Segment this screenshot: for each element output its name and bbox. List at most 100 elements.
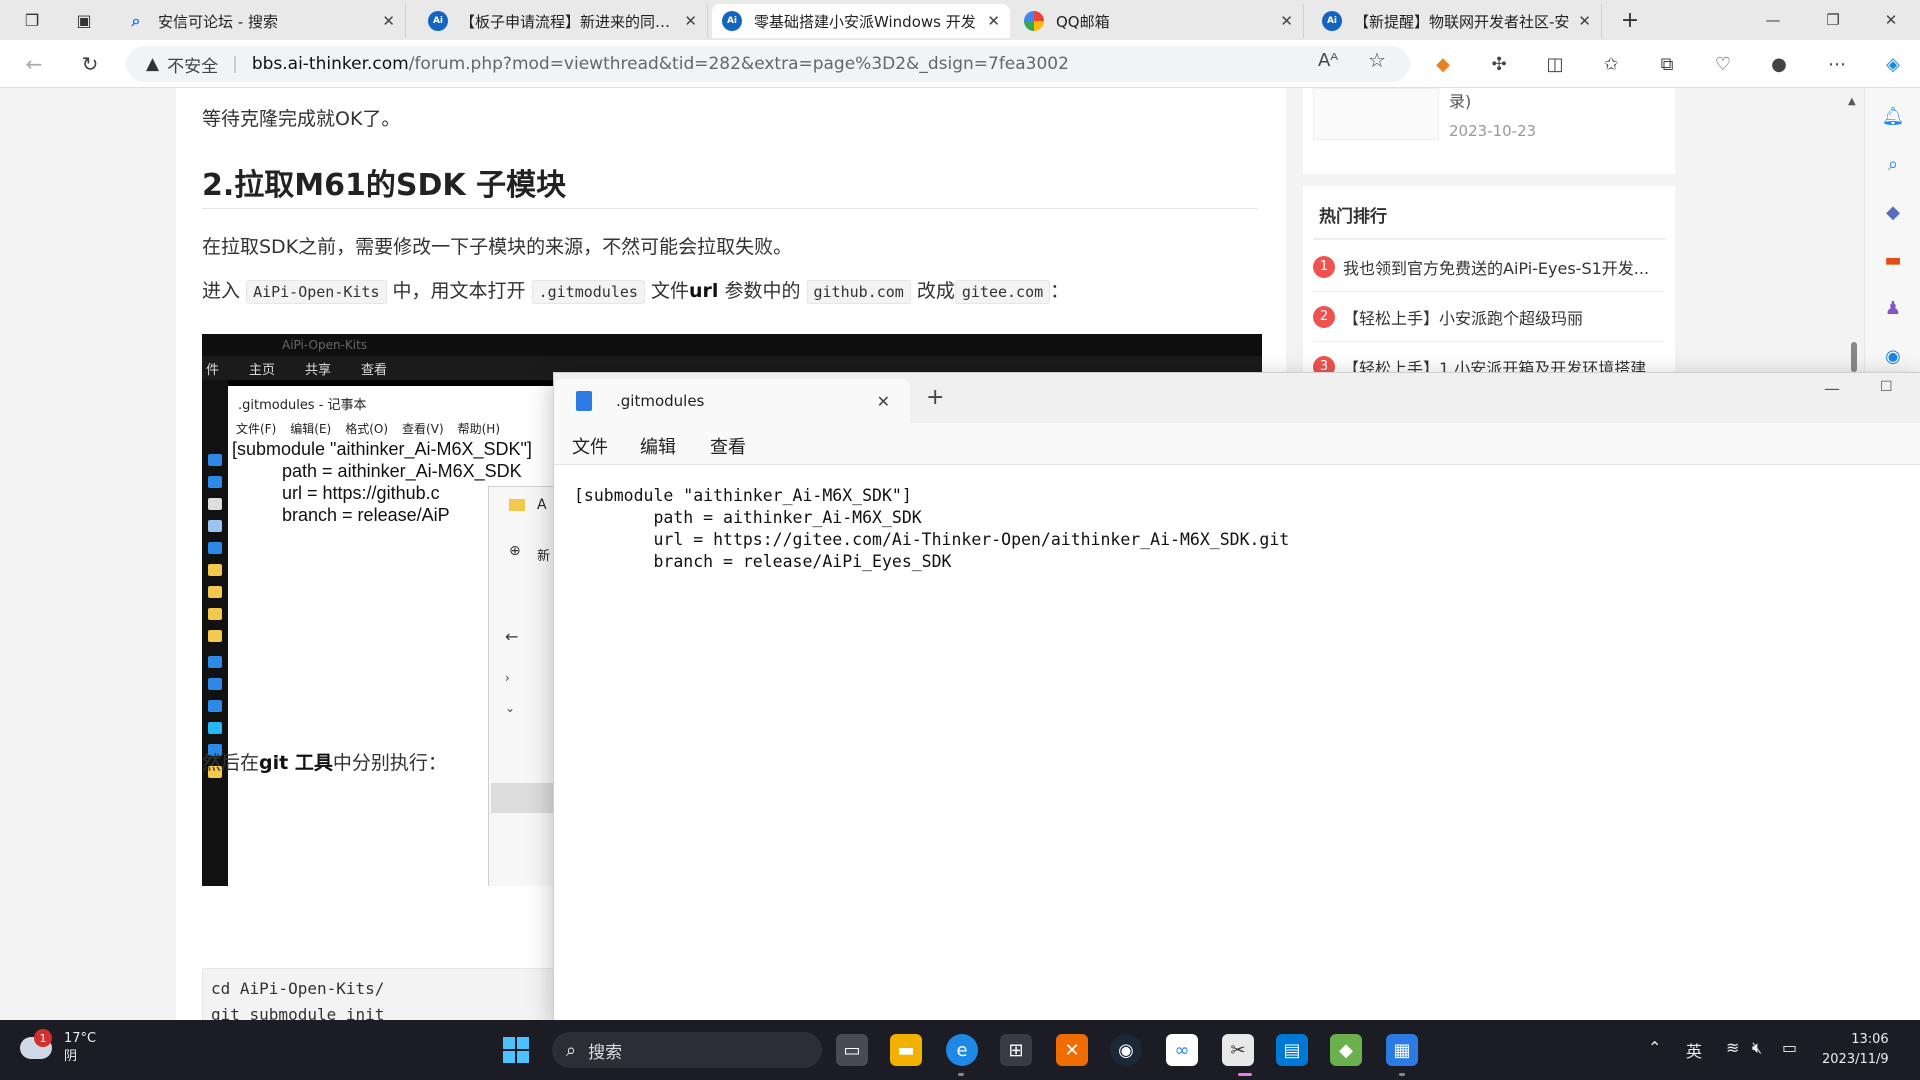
back-icon[interactable]: ← — [18, 50, 50, 78]
metamask-icon[interactable]: ◆ — [1428, 50, 1458, 78]
collections-icon[interactable]: ⧉ — [1652, 50, 1682, 78]
tab-label: 【板子申请流程】新进来的同学请 — [460, 12, 677, 31]
favorites-icon[interactable]: ✩ — [1596, 50, 1626, 78]
close-icon[interactable]: ✕ — [1578, 12, 1591, 30]
scrollbar-thumb[interactable] — [1851, 342, 1857, 372]
read-aloud-icon[interactable]: Aᴬ — [1318, 50, 1338, 71]
office-icon[interactable]: ◉ — [1881, 344, 1905, 368]
notepad-icon[interactable]: ▦ — [1386, 1034, 1418, 1066]
battery-icon[interactable]: ▭ — [1782, 1038, 1797, 1057]
tab-label: QQ邮箱 — [1056, 12, 1110, 31]
file-explorer-icon[interactable]: ▬ — [890, 1034, 922, 1066]
system-clock[interactable]: 13:06 2023/11/9 — [1822, 1030, 1889, 1070]
url-path: /forum.php?mod=viewthread&tid=282&extra=… — [408, 54, 1069, 74]
ai-thinker-favicon: Ai — [428, 11, 448, 31]
warning-icon[interactable]: ▲ — [146, 54, 159, 74]
close-icon[interactable]: ✕ — [877, 392, 890, 411]
task-view-icon[interactable]: ▭ — [836, 1034, 868, 1066]
post-thumbnail[interactable] — [1313, 88, 1439, 140]
maximize-icon[interactable]: ☐ — [1880, 379, 1893, 395]
explorer-new-label: 新 — [537, 549, 551, 564]
shopping-tag-icon[interactable]: ◆ — [1881, 200, 1905, 224]
new-icon: ⊕ — [509, 543, 521, 559]
tab-actions-icon[interactable]: ▣ — [70, 6, 98, 34]
notepad-editor[interactable]: [submodule "aithinker_Ai-M6X_SDK"] path … — [554, 465, 1920, 1021]
ribbon-item: 主页 — [249, 362, 276, 378]
steam-icon[interactable]: ◉ — [1110, 1034, 1142, 1066]
address-toolbar: ← ↻ ▲ 不安全 | bbs.ai-thinker.com/forum.php… — [0, 40, 1920, 88]
close-icon[interactable]: ✕ — [1280, 12, 1293, 30]
hot-item-link[interactable]: 我也领到官方免费送的AiPi-Eyes-S1开发... — [1343, 255, 1649, 279]
toolbox-icon[interactable]: ▬ — [1881, 248, 1905, 272]
close-window-icon[interactable]: ✕ — [1868, 6, 1914, 34]
app-window-icon[interactable]: ▤ — [1276, 1034, 1308, 1066]
volume-mute-icon[interactable]: 🔇︎ — [1752, 1038, 1762, 1058]
code-line: git submodule init — [211, 1005, 385, 1020]
address-bar[interactable]: ▲ 不安全 | bbs.ai-thinker.com/forum.php?mod… — [126, 46, 1410, 82]
browser-essentials-icon[interactable]: ♡ — [1708, 50, 1738, 78]
new-tab-icon[interactable]: + — [1616, 6, 1644, 34]
screenshot-notepad-menu: 文件(F) 编辑(E) 格式(O) 查看(V) 帮助(H) — [236, 420, 514, 437]
tab-board-apply[interactable]: Ai 【板子申请流程】新进来的同学请 ✕ — [418, 4, 708, 38]
minimize-icon[interactable]: — — [1750, 6, 1796, 34]
ime-indicator[interactable]: 英 — [1686, 1038, 1702, 1062]
tab-community[interactable]: Ai 【新提醒】物联网开发者社区-安 ✕ — [1312, 4, 1602, 38]
git-tool-icon[interactable]: ◆ — [1330, 1034, 1362, 1066]
restore-icon[interactable]: ❐ — [1810, 6, 1856, 34]
close-icon[interactable]: ✕ — [684, 12, 697, 30]
edge-icon[interactable]: e — [946, 1034, 978, 1066]
close-icon[interactable]: ✕ — [987, 12, 1000, 30]
hot-item[interactable]: 2 【轻松上手】小安派跑个超级玛丽 — [1313, 292, 1665, 342]
split-screen-icon[interactable]: ◫ — [1540, 50, 1570, 78]
taskbar-search[interactable]: ⌕ 搜索 — [552, 1032, 822, 1068]
new-tab-icon[interactable]: + — [926, 385, 944, 410]
tab-active-article[interactable]: Ai 零基础搭建小安派Windows 开发 ✕ — [712, 4, 1010, 38]
wifi-icon[interactable]: ≋ — [1726, 1038, 1739, 1057]
profile-icon[interactable]: ● — [1764, 50, 1794, 78]
bell-icon[interactable]: 🔔︎ — [1881, 104, 1905, 128]
workspaces-icon[interactable]: ❐ — [18, 6, 46, 34]
baidu-netdisk-icon[interactable]: ∞ — [1166, 1034, 1198, 1066]
inline-code: .gitmodules — [531, 280, 645, 304]
latest-post-card[interactable]: 录) 2023-10-23 — [1303, 88, 1675, 174]
pc-icon — [208, 656, 222, 668]
paragraph: 在拉取SDK之前，需要修改一下子模块的来源，不然可能会拉取失败。 — [202, 236, 793, 258]
tab-qq-mail[interactable]: QQ邮箱 ✕ — [1014, 4, 1304, 38]
notepad-tab-strip: .gitmodules ✕ + — ☐ — [554, 373, 1920, 423]
tab-search[interactable]: ⌕ 安信可论坛 - 搜索 ✕ — [116, 4, 406, 38]
menu-view[interactable]: 查看 — [710, 433, 746, 459]
weather-widget[interactable]: 1 17°C 阴 — [20, 1029, 96, 1066]
copilot-icon[interactable]: ◈ — [1878, 50, 1908, 78]
search-icon[interactable]: ⌕ — [1881, 152, 1905, 176]
hot-item-link[interactable]: 【轻松上手】小安派跑个超级玛丽 — [1343, 305, 1583, 329]
snipping-tool-icon[interactable]: ✂ — [1222, 1034, 1254, 1066]
menu-item: 编辑(E) — [290, 422, 332, 436]
folder-icon — [208, 608, 222, 620]
xmind-icon[interactable]: ✕ — [1056, 1034, 1088, 1066]
store-icon[interactable]: ⊞ — [1000, 1034, 1032, 1066]
extensions-icon[interactable]: ✣ — [1484, 50, 1514, 78]
qq-mail-favicon — [1024, 11, 1044, 31]
notepad-text[interactable]: [submodule "aithinker_Ai-M6X_SDK"] path … — [574, 485, 1289, 573]
games-icon[interactable]: ♟ — [1881, 296, 1905, 320]
notepad-tab[interactable]: .gitmodules ✕ — [554, 379, 910, 423]
security-label[interactable]: 不安全 — [167, 52, 218, 77]
favorite-star-icon[interactable]: ☆ — [1368, 48, 1386, 72]
more-icon[interactable]: ⋯ — [1822, 50, 1852, 78]
menu-edit[interactable]: 编辑 — [640, 433, 676, 459]
screenshot-notepad-title: .gitmodules - 记事本 — [238, 398, 367, 413]
hot-item[interactable]: 1 我也领到官方免费送的AiPi-Eyes-S1开发... — [1313, 242, 1665, 292]
refresh-icon[interactable]: ↻ — [74, 50, 106, 78]
post-title[interactable]: 录) — [1449, 88, 1471, 112]
scroll-up-icon[interactable]: ▲ — [1848, 96, 1856, 107]
start-icon[interactable] — [500, 1034, 532, 1066]
back-arrow-icon: ← — [505, 627, 519, 646]
ai-thinker-favicon: Ai — [722, 11, 742, 31]
close-icon[interactable]: ✕ — [382, 12, 395, 30]
text: 然后在 — [202, 752, 260, 774]
paragraph-gitmodules: 进入 AiPi-Open-Kits 中，用文本打开 .gitmodules 文件… — [202, 276, 1069, 304]
chevron-up-icon[interactable]: ⌃ — [1648, 1038, 1661, 1057]
cloud-icon — [208, 678, 222, 690]
menu-file[interactable]: 文件 — [572, 433, 608, 459]
minimize-icon[interactable]: — — [1824, 379, 1840, 398]
